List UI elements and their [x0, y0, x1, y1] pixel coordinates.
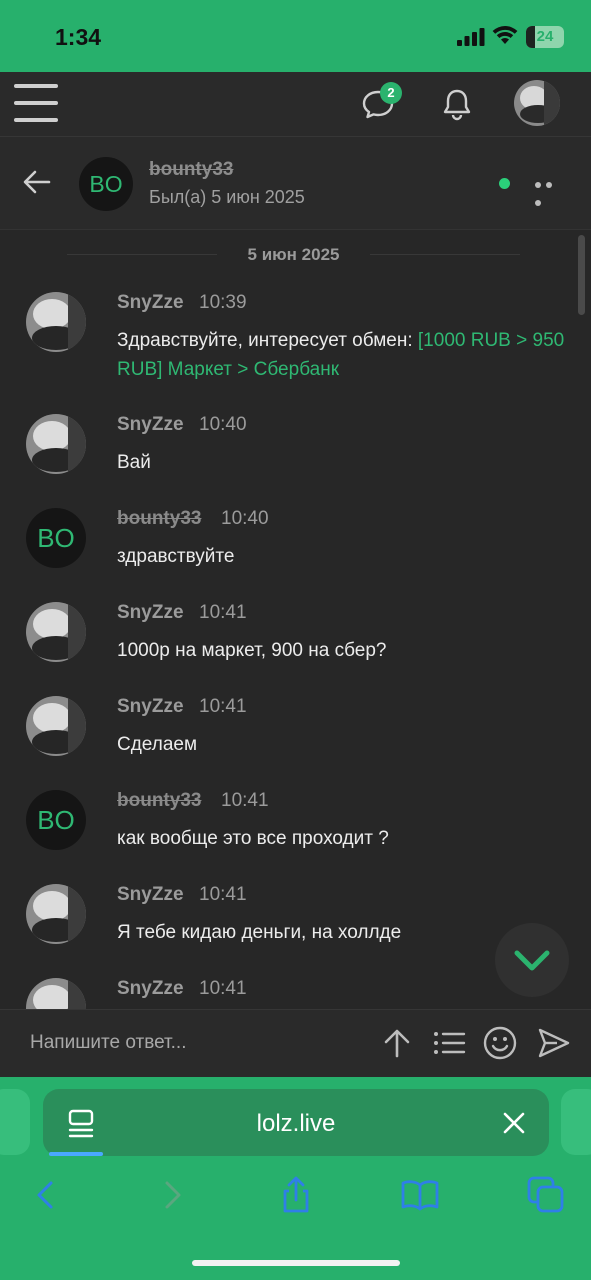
message-time: 10:40 — [221, 508, 269, 529]
list-icon[interactable] — [432, 1026, 466, 1060]
close-icon[interactable] — [501, 1110, 527, 1136]
scroll-down-button[interactable] — [495, 923, 569, 997]
wifi-icon — [492, 26, 518, 44]
avatar[interactable]: BO — [26, 508, 86, 568]
message-text: Вай — [117, 452, 151, 473]
date-separator-label: 5 июн 2025 — [247, 245, 340, 264]
message-list[interactable]: 5 июн 2025 SnyZze 10:39 Здравствуйте, ин… — [0, 231, 591, 1009]
compose-bar: Напишите ответ... — [0, 1009, 591, 1077]
date-separator: 5 июн 2025 — [67, 243, 520, 265]
avatar[interactable] — [26, 602, 86, 662]
battery-level: 24 — [536, 28, 554, 45]
conversation-name[interactable]: bounty33 — [149, 159, 233, 181]
message-text: здравствуйте — [117, 546, 235, 567]
message-author[interactable]: SnyZze — [117, 884, 184, 906]
avatar[interactable]: BO — [26, 790, 86, 850]
message-text: как вообще это все проходит ? — [117, 828, 389, 849]
more-icon[interactable] — [535, 175, 565, 206]
message-time: 10:41 — [221, 790, 269, 811]
avatar-photo — [514, 80, 560, 126]
back-icon[interactable] — [26, 1175, 66, 1215]
conversation-header: BO bounty33 Был(а) 5 июн 2025 — [0, 137, 591, 230]
notifications-badge: 2 — [380, 82, 402, 104]
message-author[interactable]: SnyZze — [117, 602, 184, 624]
status-bar: 1:34 24 — [0, 0, 591, 72]
back-arrow-icon[interactable] — [22, 167, 52, 197]
avatar[interactable] — [26, 414, 86, 474]
avatar-photo — [26, 414, 86, 474]
forward-icon[interactable] — [152, 1175, 192, 1215]
cellular-signal-icon — [457, 28, 485, 46]
send-icon[interactable] — [537, 1026, 571, 1060]
previous-tab[interactable] — [0, 1089, 30, 1155]
message-time: 10:41 — [199, 884, 247, 905]
address-bar[interactable]: lolz.live — [43, 1089, 549, 1156]
scrollbar[interactable] — [578, 235, 585, 315]
url-text[interactable]: lolz.live — [43, 1110, 549, 1138]
avatar-photo — [26, 602, 86, 662]
battery-icon: 24 — [526, 26, 564, 48]
share-icon[interactable] — [276, 1175, 316, 1215]
reply-input[interactable]: Напишите ответ... — [30, 1032, 186, 1054]
message-text: Сделаем — [117, 734, 198, 755]
app-header: 2 — [0, 72, 591, 137]
browser-toolbar — [0, 1167, 591, 1280]
avatar-photo — [26, 978, 86, 1009]
message-time: 10:41 — [199, 602, 247, 623]
online-indicator — [499, 178, 510, 189]
profile-avatar[interactable] — [514, 80, 560, 126]
message-author[interactable]: bounty33 — [117, 508, 201, 530]
chevron-down-icon — [514, 950, 550, 971]
avatar[interactable] — [26, 884, 86, 944]
last-seen: Был(а) 5 июн 2025 — [149, 187, 305, 207]
message-author[interactable]: bounty33 — [117, 790, 201, 812]
avatar-photo — [26, 884, 86, 944]
tabs-icon[interactable] — [526, 1175, 566, 1215]
message-text: 1000р на маркет, 900 на сбер? — [117, 640, 387, 661]
bookmarks-icon[interactable] — [400, 1175, 440, 1215]
smiley-icon[interactable] — [483, 1026, 517, 1060]
message-time: 10:39 — [199, 292, 247, 313]
menu-icon[interactable] — [14, 84, 58, 122]
message-time: 10:41 — [199, 696, 247, 717]
upload-icon[interactable] — [380, 1026, 414, 1060]
conversation-avatar[interactable]: BO — [79, 157, 133, 211]
bell-icon[interactable] — [440, 86, 474, 122]
next-tab[interactable] — [561, 1089, 591, 1155]
browser-tab-strip: lolz.live — [0, 1077, 591, 1167]
home-indicator — [192, 1260, 400, 1266]
message-author[interactable]: SnyZze — [117, 414, 184, 436]
status-time: 1:34 — [55, 24, 102, 50]
message-time: 10:40 — [199, 414, 247, 435]
tab-indicator — [49, 1152, 103, 1156]
message-author[interactable]: SnyZze — [117, 292, 184, 314]
avatar[interactable] — [26, 696, 86, 756]
message-author[interactable]: SnyZze — [117, 696, 184, 718]
avatar[interactable] — [26, 292, 86, 352]
avatar[interactable] — [26, 978, 86, 1009]
message-text-body: Здравствуйте, интересует обмен: — [117, 330, 418, 351]
avatar-photo — [26, 696, 86, 756]
message-author[interactable]: SnyZze — [117, 978, 184, 1000]
avatar-photo — [26, 292, 86, 352]
message-time: 10:41 — [199, 978, 247, 999]
message-text: Здравствуйте, интересует обмен: [1000 RU… — [117, 326, 572, 384]
